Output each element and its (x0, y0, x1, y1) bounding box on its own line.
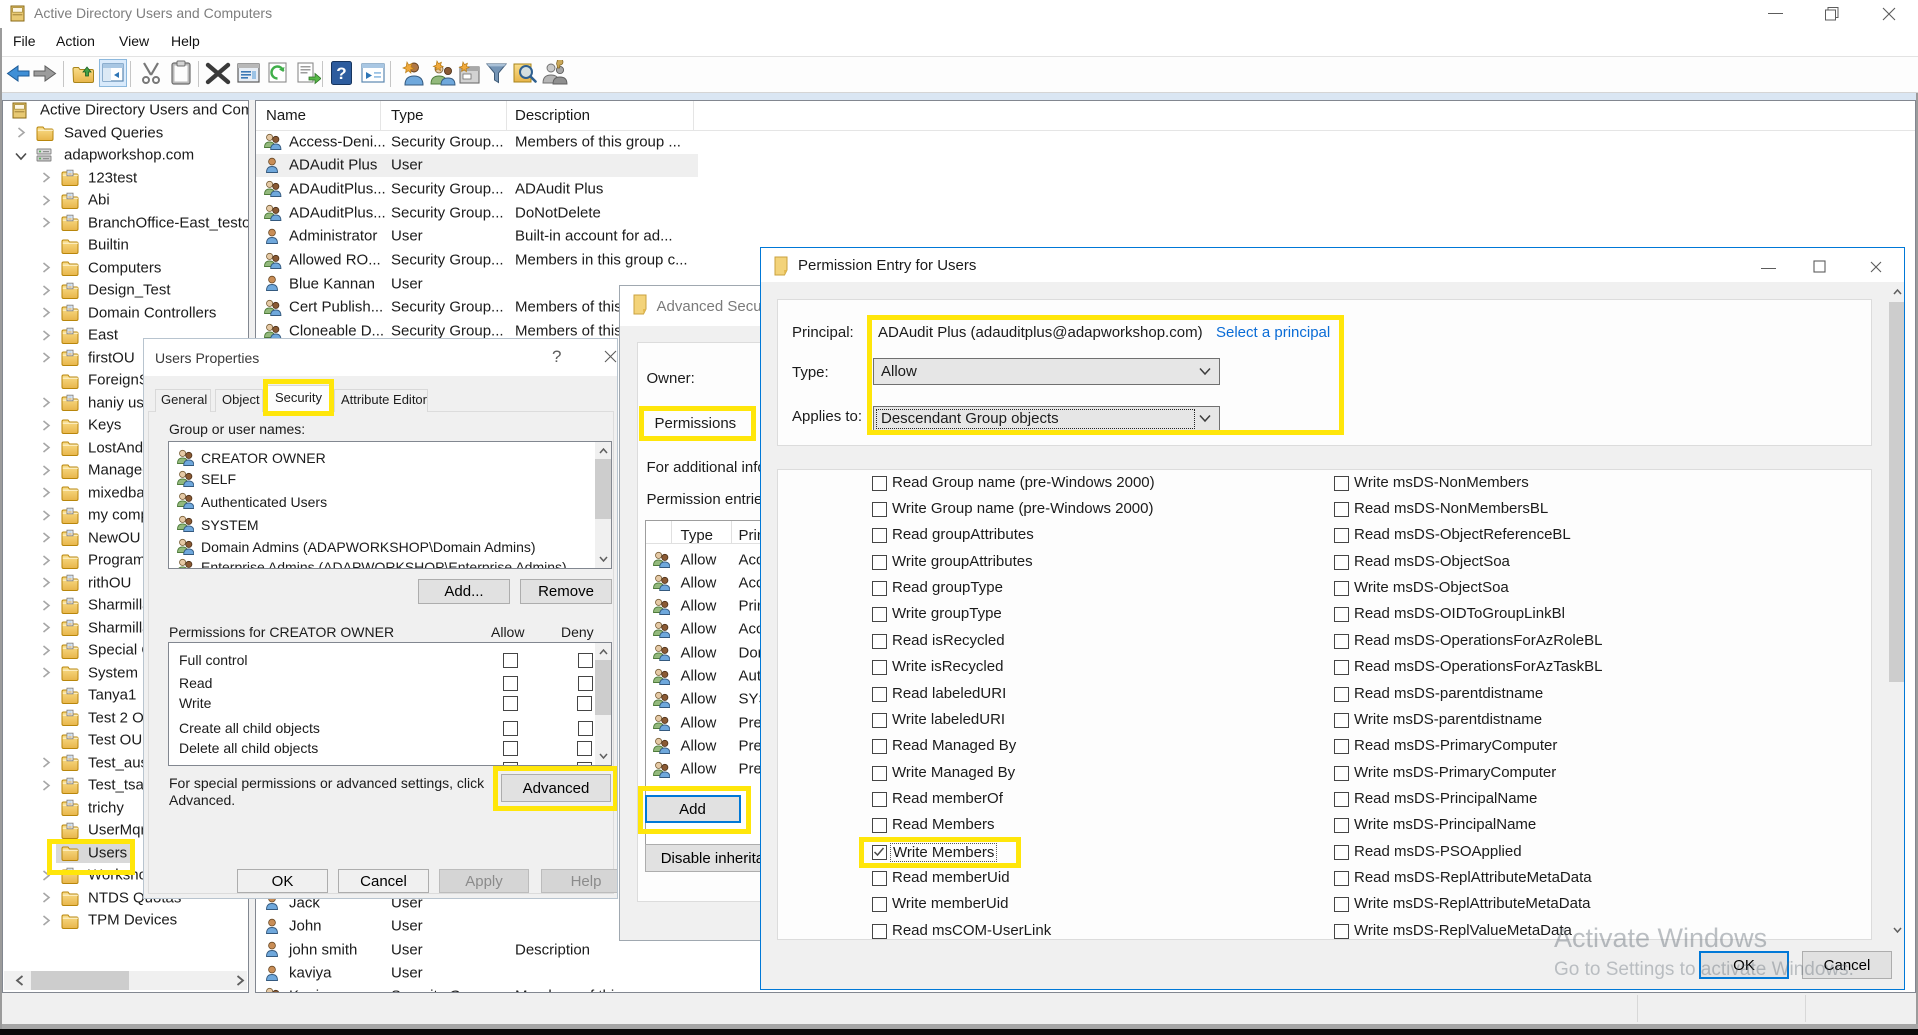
svg-text:?: ? (336, 64, 346, 83)
